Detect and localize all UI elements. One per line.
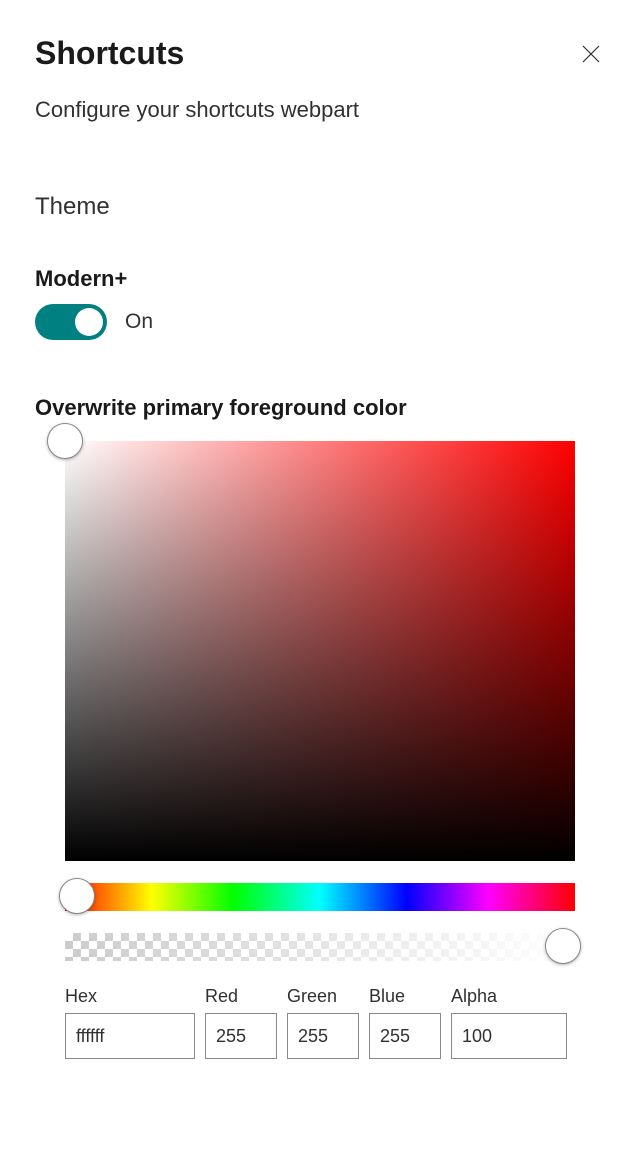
panel-title: Shortcuts <box>35 35 184 72</box>
close-button[interactable] <box>577 40 605 68</box>
toggle-thumb <box>75 308 103 336</box>
hex-label: Hex <box>65 986 195 1007</box>
red-input[interactable] <box>205 1013 277 1059</box>
modern-plus-toggle[interactable] <box>35 304 107 340</box>
saturation-thumb[interactable] <box>47 423 83 459</box>
blue-label: Blue <box>369 986 441 1007</box>
hue-thumb[interactable] <box>59 878 95 914</box>
toggle-state-text: On <box>125 310 153 334</box>
theme-heading: Theme <box>35 193 605 221</box>
foreground-color-label: Overwrite primary foreground color <box>35 395 605 421</box>
green-input[interactable] <box>287 1013 359 1059</box>
alpha-input[interactable] <box>451 1013 567 1059</box>
red-label: Red <box>205 986 277 1007</box>
hue-slider[interactable] <box>65 883 575 911</box>
saturation-panel[interactable] <box>65 441 575 861</box>
alpha-thumb[interactable] <box>545 928 581 964</box>
modern-plus-label: Modern+ <box>35 266 605 292</box>
alpha-label: Alpha <box>451 986 567 1007</box>
alpha-slider[interactable] <box>65 933 575 961</box>
green-label: Green <box>287 986 359 1007</box>
close-icon <box>581 44 601 64</box>
panel-subtitle: Configure your shortcuts webpart <box>35 97 605 123</box>
hex-input[interactable] <box>65 1013 195 1059</box>
blue-input[interactable] <box>369 1013 441 1059</box>
